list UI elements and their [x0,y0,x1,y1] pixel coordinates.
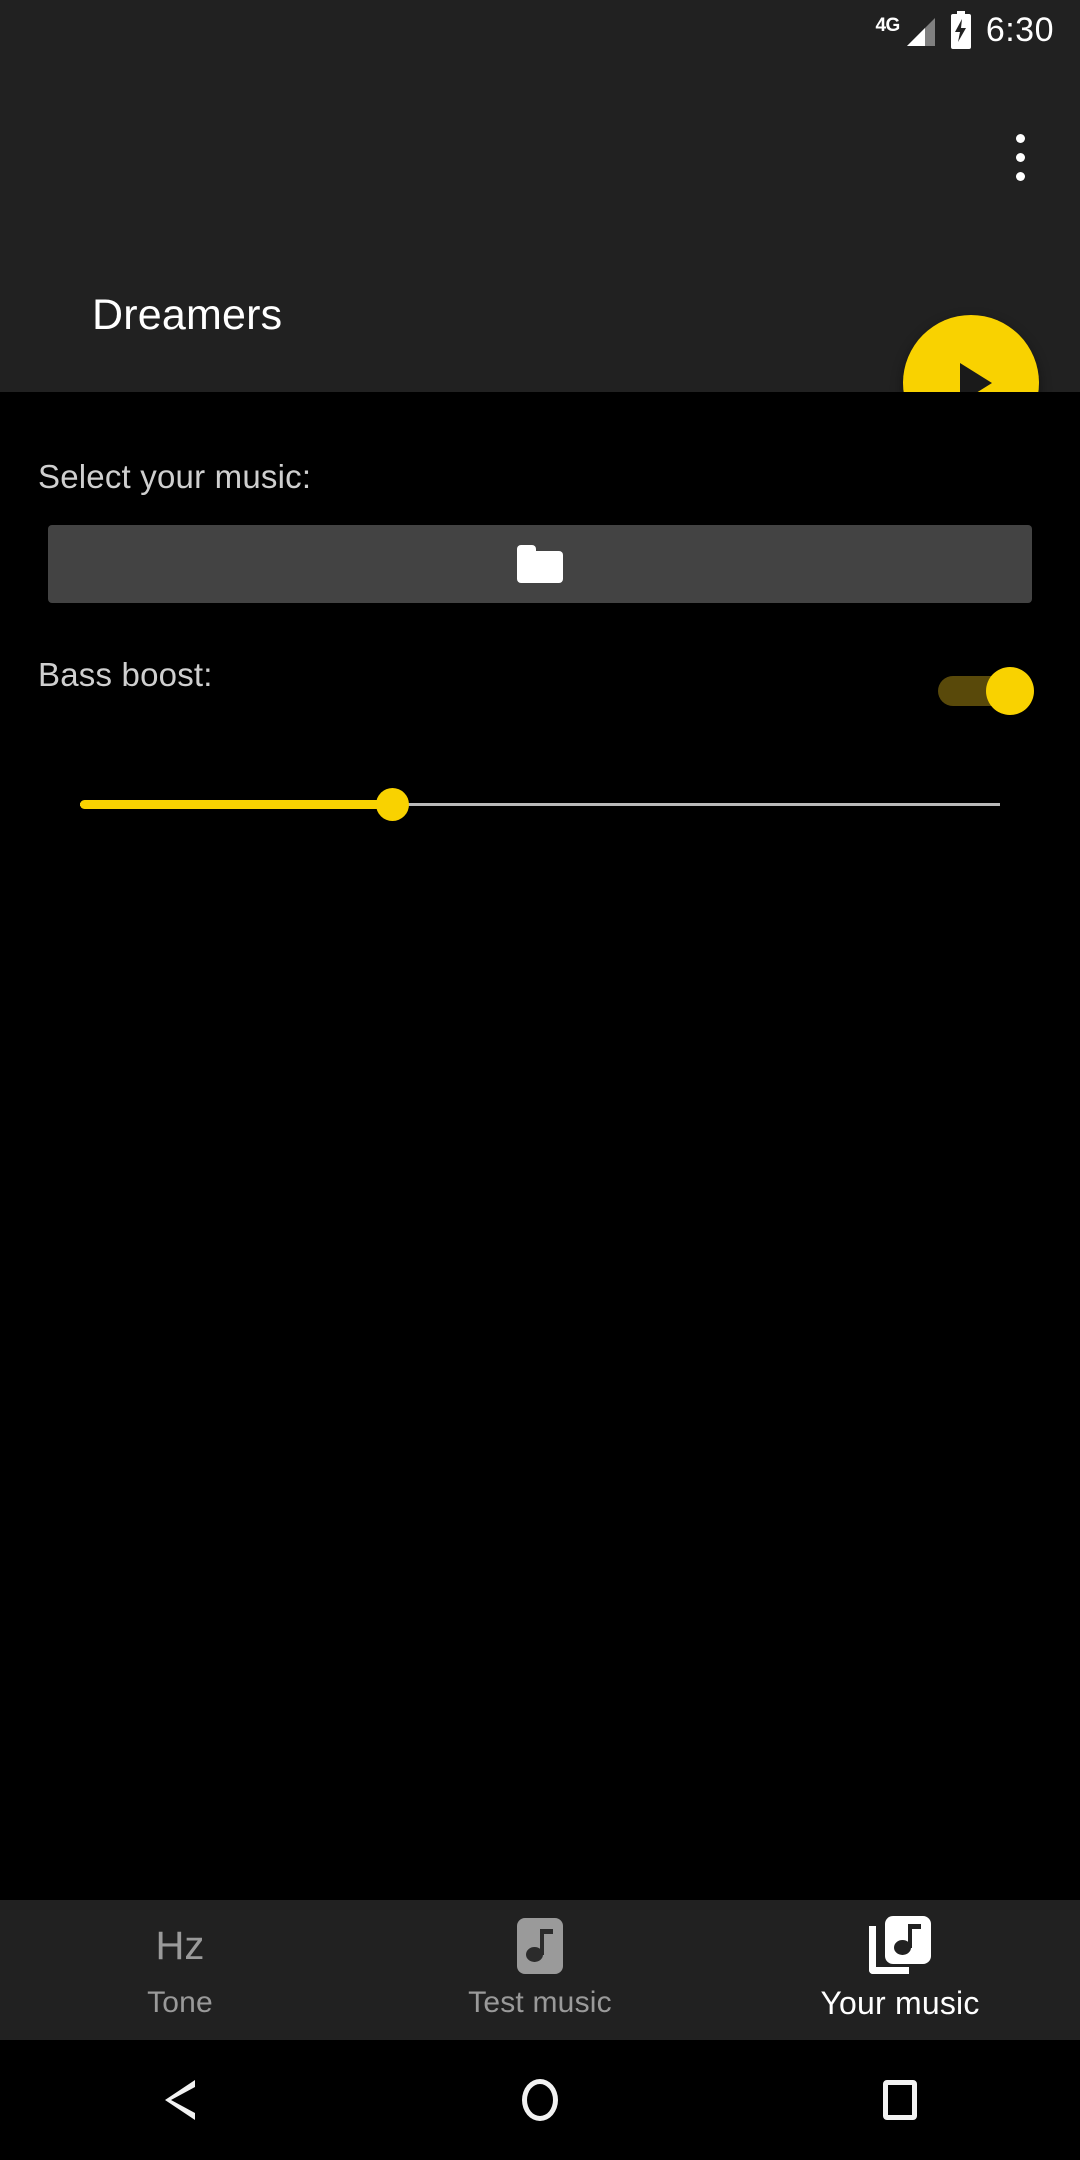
bass-boost-toggle[interactable] [938,667,1038,715]
nav-item-your-music[interactable]: Your music [720,1900,1080,2040]
bass-boost-label: Bass boost: [38,656,213,693]
nav-label-tone: Tone [147,1986,213,2019]
nav-item-tone[interactable]: Hz Tone [0,1900,360,2040]
toggle-thumb [986,667,1034,715]
back-triangle-icon[interactable] [0,2040,360,2160]
nav-label-your-music: Your music [820,1984,980,2021]
overflow-dot [1015,152,1025,162]
select-music-folder-button[interactable] [48,525,1032,603]
nav-item-test-music[interactable]: Test music [360,1900,720,2040]
home-circle-icon[interactable] [360,2040,720,2160]
library-music-icon [869,1915,931,1974]
nav-label-test-music: Test music [468,1986,612,2019]
status-bar-clock: 6:30 [985,10,1054,49]
bottom-navigation: Hz Tone Test music Your music [0,1900,1080,2040]
network-type-label: 4G [875,15,900,36]
phone-screen: 4G 6:30 Dreamers Select your music: Bass… [0,0,1080,2160]
slider-thumb[interactable] [376,788,409,821]
battery-charging-icon [950,11,971,49]
android-navigation-bar [0,2040,1080,2160]
overflow-dot [1015,133,1025,143]
more-vert-icon[interactable] [984,112,1056,202]
music-note-icon [517,1918,563,1974]
main-content: Select your music: Bass boost: [0,392,1080,1900]
select-music-label: Select your music: [38,458,312,495]
folder-icon [517,545,563,583]
recents-square-icon[interactable] [720,2040,1080,2160]
page-title: Dreamers [92,291,283,339]
status-bar: 4G 6:30 [0,0,1080,60]
hz-icon: Hz [155,1924,205,1968]
signal-triangle-icon [906,18,935,46]
overflow-dot [1015,171,1025,181]
signal-bars-icon: 4G [875,13,935,47]
slider-fill [80,800,392,809]
bass-boost-slider[interactable] [0,784,1080,824]
